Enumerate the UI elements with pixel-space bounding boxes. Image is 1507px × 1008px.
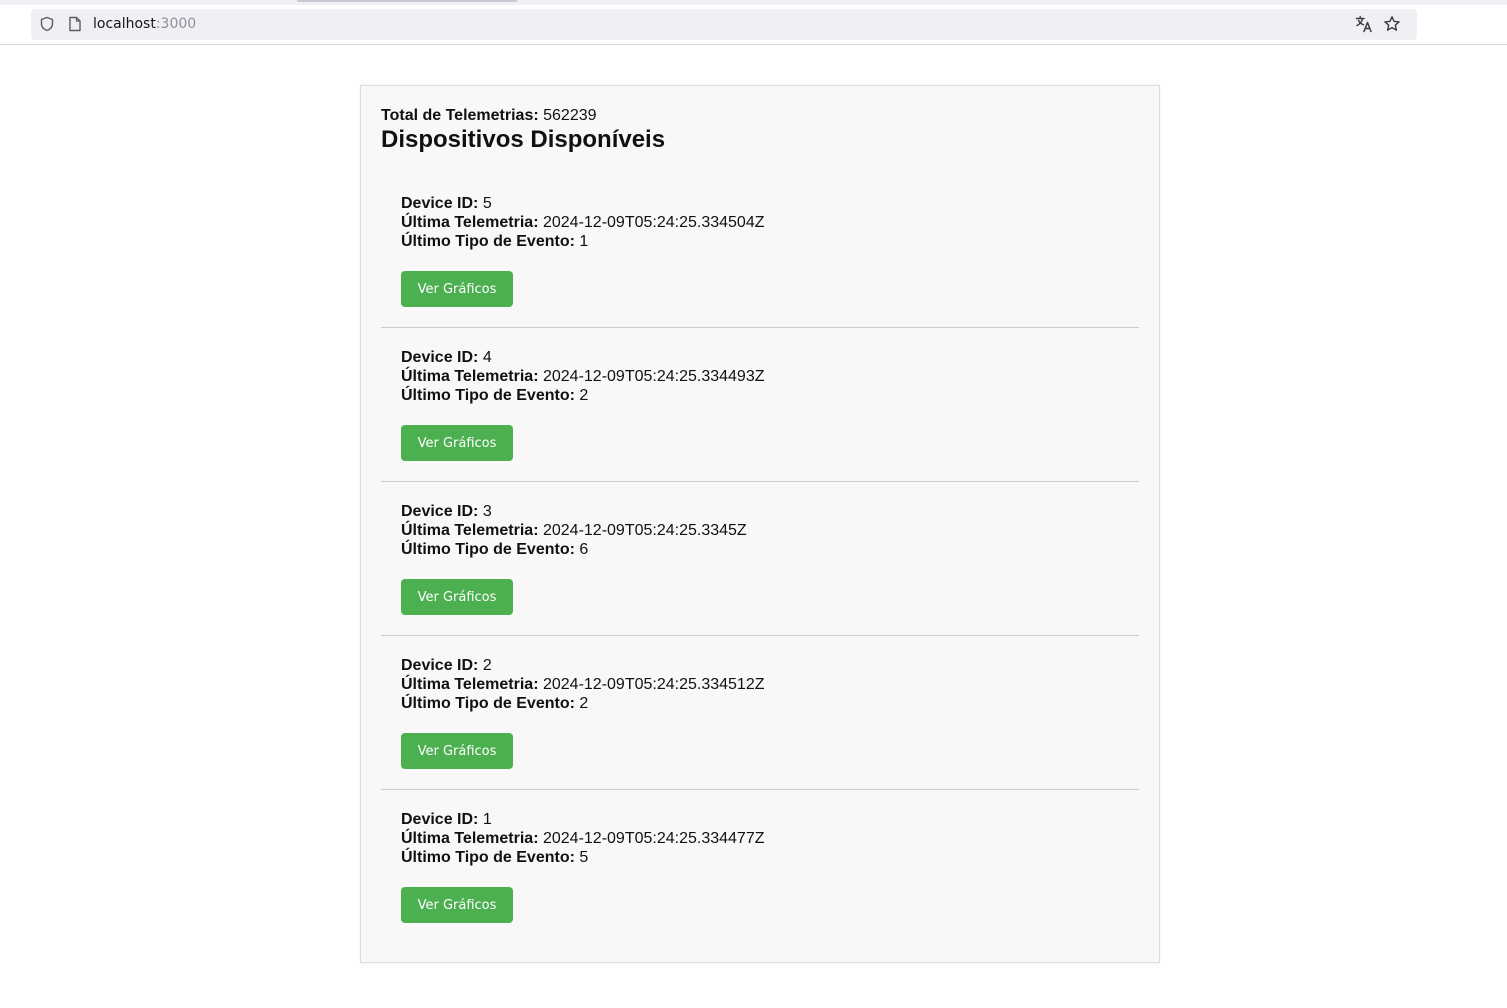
url-port: :3000 <box>155 16 197 32</box>
device-item: Device ID: 4 Última Telemetria: 2024-12-… <box>381 328 1139 482</box>
device-item: Device ID: 1 Última Telemetria: 2024-12-… <box>381 790 1139 943</box>
device-item: Device ID: 3 Última Telemetria: 2024-12-… <box>381 482 1139 636</box>
last-telemetry-line: Última Telemetria: 2024-12-09T05:24:25.3… <box>401 213 1119 232</box>
device-id-value: 3 <box>482 503 492 520</box>
total-telemetries: Total de Telemetrias: 562239 <box>381 106 1139 126</box>
last-telemetry-value: 2024-12-09T05:24:25.3345Z <box>542 522 747 539</box>
device-id-label: Device ID: <box>401 195 479 212</box>
last-telemetry-value: 2024-12-09T05:24:25.334504Z <box>542 214 765 231</box>
last-event-type-label: Último Tipo de Evento: <box>401 695 575 712</box>
last-event-type-label: Último Tipo de Evento: <box>401 849 575 866</box>
device-item: Device ID: 5 Última Telemetria: 2024-12-… <box>381 194 1139 328</box>
last-telemetry-label: Última Telemetria: <box>401 214 539 231</box>
last-event-type-value: 1 <box>579 233 589 250</box>
view-charts-button[interactable]: Ver Gráficos <box>401 425 513 461</box>
device-id-value: 2 <box>482 657 492 674</box>
last-event-type-line: Último Tipo de Evento: 2 <box>401 694 1119 713</box>
device-id-label: Device ID: <box>401 349 479 366</box>
url-host: localhost <box>93 16 156 32</box>
last-telemetry-line: Última Telemetria: 2024-12-09T05:24:25.3… <box>401 675 1119 694</box>
device-item: Device ID: 2 Última Telemetria: 2024-12-… <box>381 636 1139 790</box>
view-charts-button[interactable]: Ver Gráficos <box>401 887 513 923</box>
device-id-value: 1 <box>482 811 492 828</box>
last-event-type-value: 5 <box>579 849 589 866</box>
address-bar[interactable]: localhost:3000 <box>31 9 1417 40</box>
last-telemetry-label: Última Telemetria: <box>401 522 539 539</box>
last-telemetry-label: Última Telemetria: <box>401 830 539 847</box>
last-telemetry-label: Última Telemetria: <box>401 368 539 385</box>
devices-card: Total de Telemetrias: 562239 Dispositivo… <box>360 85 1160 963</box>
view-charts-button[interactable]: Ver Gráficos <box>401 733 513 769</box>
device-id-line: Device ID: 5 <box>401 194 1119 213</box>
view-charts-button[interactable]: Ver Gráficos <box>401 271 513 307</box>
url-text[interactable]: localhost:3000 <box>93 16 196 32</box>
total-label: Total de Telemetrias: <box>381 107 539 124</box>
last-telemetry-line: Última Telemetria: 2024-12-09T05:24:25.3… <box>401 829 1119 848</box>
last-telemetry-value: 2024-12-09T05:24:25.334477Z <box>542 830 765 847</box>
last-telemetry-line: Última Telemetria: 2024-12-09T05:24:25.3… <box>401 367 1119 386</box>
last-event-type-value: 2 <box>579 387 589 404</box>
translate-icon[interactable] <box>1355 15 1373 33</box>
last-telemetry-value: 2024-12-09T05:24:25.334512Z <box>542 676 765 693</box>
device-id-value: 4 <box>482 349 492 366</box>
device-id-label: Device ID: <box>401 503 479 520</box>
last-telemetry-value: 2024-12-09T05:24:25.334493Z <box>542 368 765 385</box>
last-event-type-value: 2 <box>579 695 589 712</box>
active-tab-indicator[interactable] <box>297 0 517 2</box>
device-id-line: Device ID: 2 <box>401 656 1119 675</box>
last-event-type-line: Último Tipo de Evento: 1 <box>401 232 1119 251</box>
last-telemetry-label: Última Telemetria: <box>401 676 539 693</box>
page-icon <box>68 16 82 32</box>
page-title: Dispositivos Disponíveis <box>381 126 666 153</box>
bookmark-star-icon[interactable] <box>1383 15 1401 33</box>
device-id-line: Device ID: 4 <box>401 348 1119 367</box>
last-event-type-line: Último Tipo de Evento: 5 <box>401 848 1119 867</box>
last-telemetry-line: Última Telemetria: 2024-12-09T05:24:25.3… <box>401 521 1119 540</box>
total-value: 562239 <box>543 107 597 124</box>
device-id-line: Device ID: 3 <box>401 502 1119 521</box>
last-event-type-label: Último Tipo de Evento: <box>401 541 575 558</box>
last-event-type-label: Último Tipo de Evento: <box>401 387 575 404</box>
shield-icon[interactable] <box>39 16 55 32</box>
device-list: Device ID: 5 Última Telemetria: 2024-12-… <box>381 194 1139 943</box>
last-event-type-value: 6 <box>579 541 589 558</box>
last-event-type-line: Último Tipo de Evento: 6 <box>401 540 1119 559</box>
browser-navbar: localhost:3000 <box>0 5 1507 45</box>
device-id-line: Device ID: 1 <box>401 810 1119 829</box>
last-event-type-line: Último Tipo de Evento: 2 <box>401 386 1119 405</box>
view-charts-button[interactable]: Ver Gráficos <box>401 579 513 615</box>
device-id-label: Device ID: <box>401 657 479 674</box>
device-id-value: 5 <box>482 195 492 212</box>
last-event-type-label: Último Tipo de Evento: <box>401 233 575 250</box>
device-id-label: Device ID: <box>401 811 479 828</box>
